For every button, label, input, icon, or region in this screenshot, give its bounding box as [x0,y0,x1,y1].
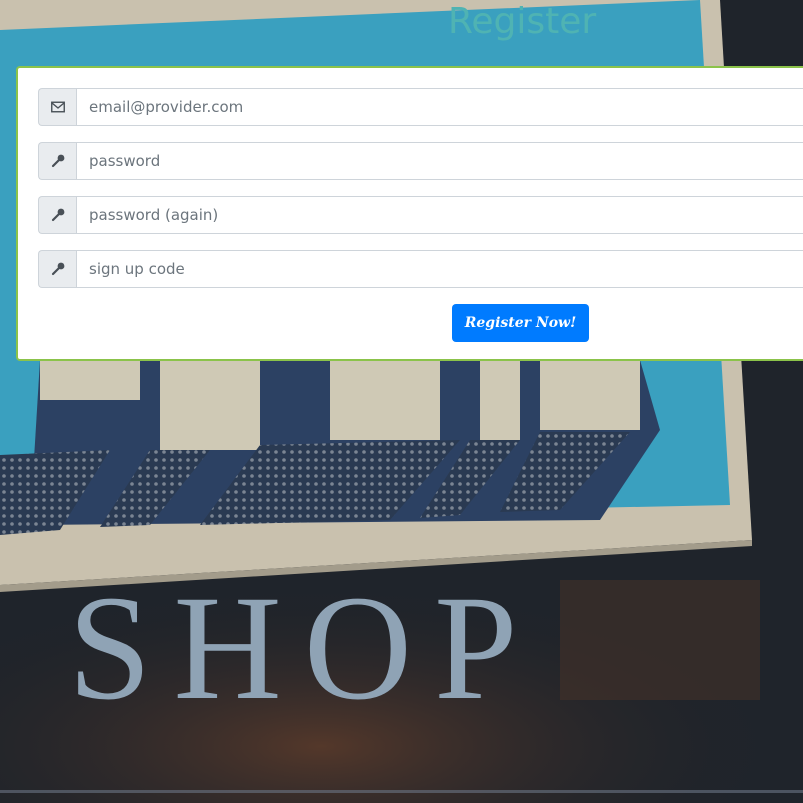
signup-code-field [38,250,803,288]
email-input[interactable] [76,88,803,126]
page-title: Register [448,1,597,42]
email-field [38,88,803,126]
signup-code-input[interactable] [76,250,803,288]
password-again-field [38,196,803,234]
key-icon [38,196,76,234]
shop-sign-text: SHOP [68,565,540,731]
key-icon [38,250,76,288]
password-field [38,142,803,180]
register-form: Register Now! [16,66,803,361]
password-input[interactable] [76,142,803,180]
register-now-button[interactable]: Register Now! [452,304,589,342]
key-icon [38,142,76,180]
envelope-icon [38,88,76,126]
password-again-input[interactable] [76,196,803,234]
register-page: SHOP Register email@provider.com sign up… [0,0,803,803]
